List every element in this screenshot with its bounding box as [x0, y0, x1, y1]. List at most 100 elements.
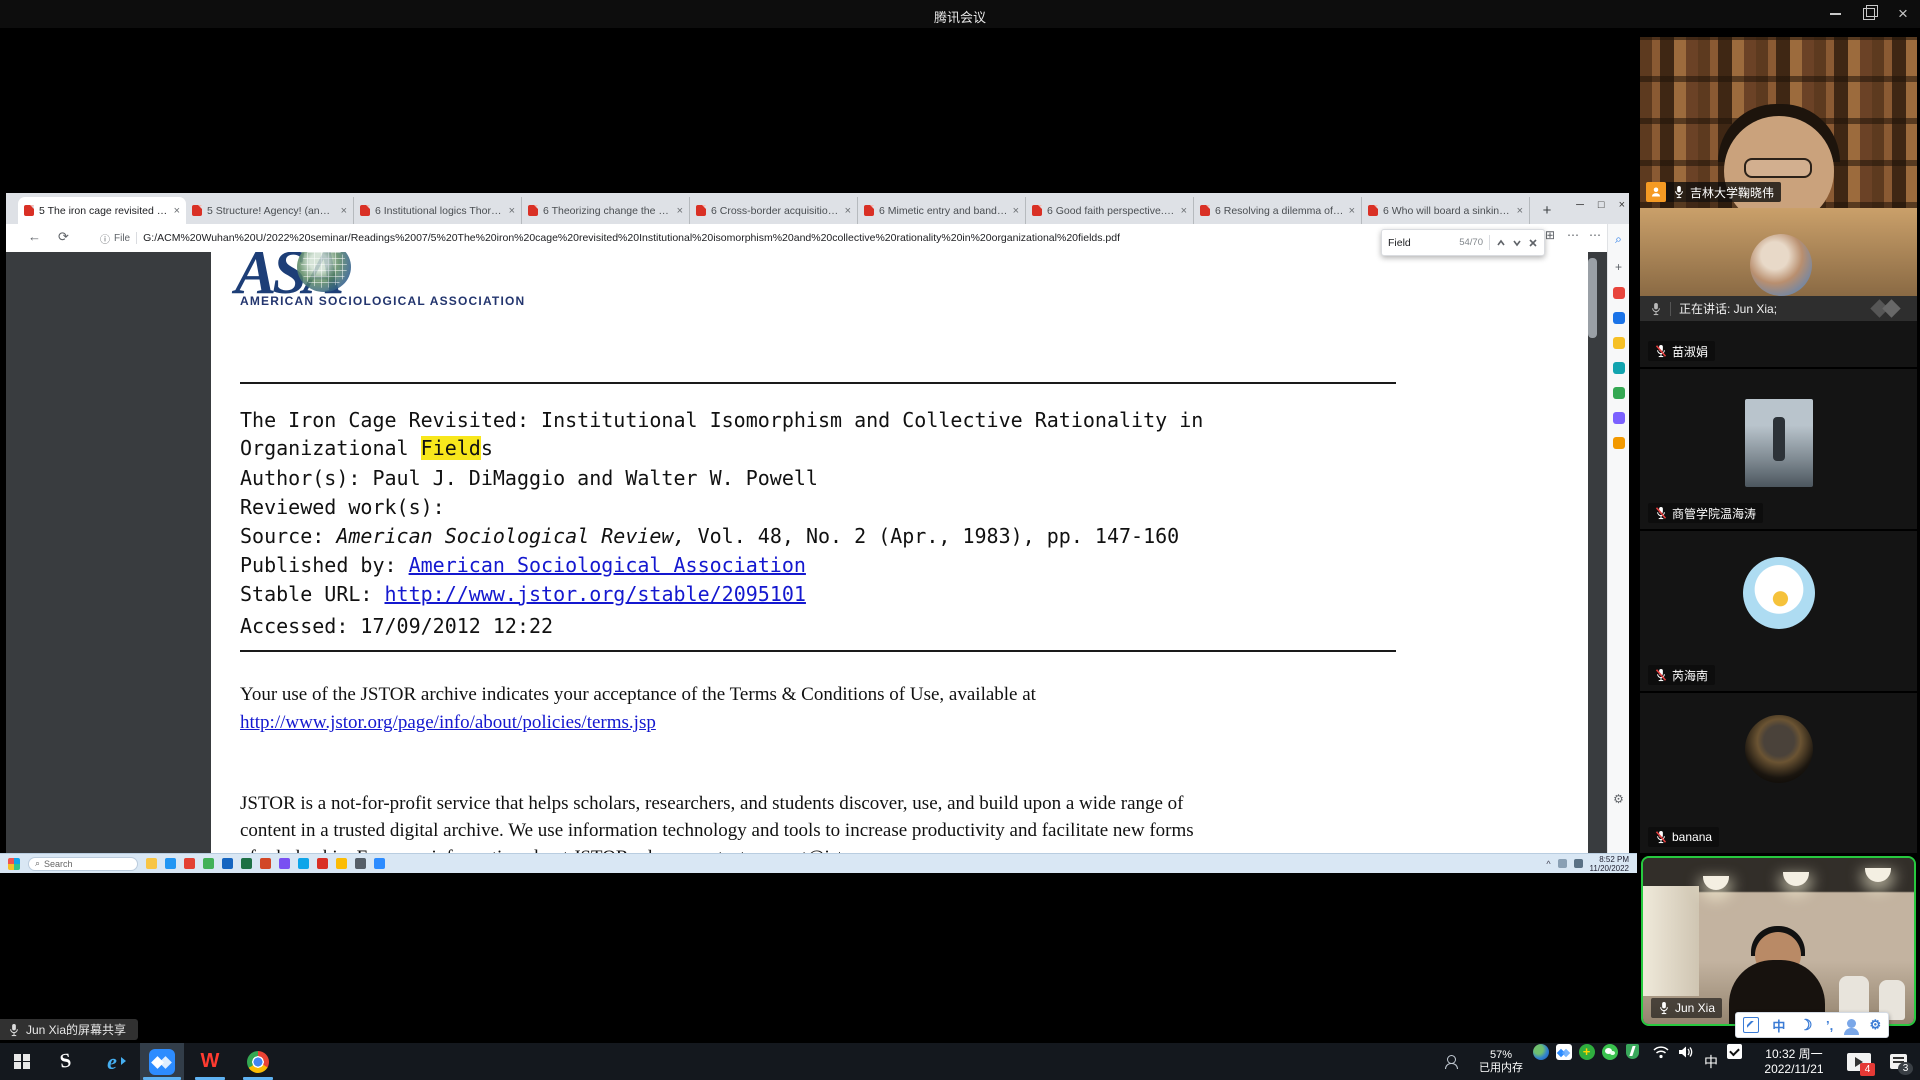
inner-app-excel-icon[interactable] — [241, 858, 252, 869]
inner-search-box[interactable]: ⌕Search — [28, 857, 138, 871]
sogou-status-tray-icon[interactable] — [1726, 1043, 1743, 1060]
video-app-tray-button[interactable]: 4 — [1842, 1043, 1876, 1080]
network-globe-tray-icon[interactable] — [1532, 1043, 1549, 1060]
inner-app-notes-icon[interactable] — [336, 858, 347, 869]
tab-theorizing-change[interactable]: 6 Theorizing change the role of × — [522, 197, 690, 224]
inner-app-teams-icon[interactable] — [279, 858, 290, 869]
sidebar-app-icon-teal[interactable] — [1613, 362, 1625, 374]
tab-close-icon[interactable]: × — [845, 205, 851, 217]
ime-language-icon[interactable]: 中 — [1772, 1016, 1785, 1035]
antivirus-tray-icon[interactable]: + — [1578, 1043, 1595, 1060]
restore-button[interactable] — [1852, 0, 1886, 28]
browser-maximize-icon[interactable]: □ — [1598, 199, 1605, 211]
back-icon[interactable]: ← — [28, 229, 41, 244]
tab-cross-border[interactable]: 6 Cross-border acquisitions by s × — [690, 197, 858, 224]
ime-toolbar[interactable]: 中 ☽ ’, ⚙ — [1735, 1012, 1889, 1038]
sidebar-app-icon-orange[interactable] — [1613, 437, 1625, 449]
tab-close-icon[interactable]: × — [509, 205, 515, 217]
inner-app-edge-icon[interactable] — [165, 858, 176, 869]
find-previous-icon[interactable] — [1496, 238, 1506, 248]
sidebar-app-icon-red[interactable] — [1613, 287, 1625, 299]
page-info-icon[interactable]: ⓘ — [100, 231, 110, 246]
tab-good-faith[interactable]: 6 Good faith perspective.pdf × — [1026, 197, 1194, 224]
participant-tile-wen[interactable]: 商管学院温海涛 — [1640, 369, 1917, 529]
tab-iron-cage[interactable]: 5 The iron cage revisited Instituti × — [18, 197, 186, 224]
tab-close-icon[interactable]: × — [1349, 205, 1355, 217]
find-input[interactable]: Field — [1388, 237, 1453, 249]
inner-app-meeting-icon[interactable] — [374, 858, 385, 869]
find-close-icon[interactable] — [1528, 238, 1538, 248]
sidebar-app-icon-blue[interactable] — [1613, 312, 1625, 324]
security-shield-tray-icon[interactable] — [1624, 1043, 1641, 1060]
ime-mode-indicator[interactable]: 中 — [1698, 1043, 1724, 1080]
meeting-tray-icon[interactable] — [1555, 1043, 1572, 1060]
stable-url-link[interactable]: http://www.jstor.org/stable/2095101 — [385, 582, 806, 606]
volume-tray-icon[interactable] — [1677, 1043, 1694, 1060]
participant-tile-banana[interactable]: banana — [1640, 693, 1917, 853]
internet-explorer-button[interactable]: e — [88, 1043, 136, 1080]
pdf-scrollbar[interactable] — [1588, 252, 1597, 853]
new-tab-button[interactable]: + — [1536, 199, 1558, 221]
participant-tile-miao[interactable]: 苗淑娟 — [1640, 208, 1917, 367]
inner-tray-icon-2[interactable] — [1574, 859, 1583, 868]
tab-institutional-logics[interactable]: 6 Institutional logics Thornton.p × — [354, 197, 522, 224]
browser-minimize-icon[interactable]: ─ — [1576, 199, 1584, 211]
participant-tile-junxia[interactable]: Jun Xia — [1641, 856, 1916, 1026]
minimize-button[interactable] — [1818, 0, 1852, 28]
sidebar-app-icon-green[interactable] — [1613, 387, 1625, 399]
find-next-icon[interactable] — [1512, 238, 1522, 248]
address-bar[interactable]: ⓘ File G:/ACM%20Wuhan%20U/2022%20seminar… — [90, 228, 1470, 248]
tab-close-icon[interactable]: × — [1181, 205, 1187, 217]
start-button[interactable] — [0, 1043, 44, 1080]
participant-tile-jlu[interactable]: 吉林大学鞠晓伟 — [1640, 37, 1917, 208]
tab-close-icon[interactable]: × — [341, 205, 347, 217]
extensions-icon[interactable]: ⊞ — [1545, 228, 1555, 245]
tab-close-icon[interactable]: × — [174, 205, 180, 217]
wechat-tray-icon[interactable] — [1601, 1043, 1618, 1060]
tab-close-icon[interactable]: × — [677, 205, 683, 217]
inner-app-wechat-icon[interactable] — [203, 858, 214, 869]
tab-close-icon[interactable]: × — [1517, 205, 1523, 217]
tab-structure-agency[interactable]: 5 Structure! Agency! (and other × — [186, 197, 354, 224]
inner-tray-expand-icon[interactable]: ^ — [1546, 859, 1550, 869]
wps-task-button[interactable]: W — [188, 1043, 232, 1080]
tab-resolving-dilemma[interactable]: 6 Resolving a dilemma of signal × — [1194, 197, 1362, 224]
action-center-button[interactable]: 3 — [1880, 1043, 1916, 1080]
profile-icon[interactable]: ⋯ — [1567, 228, 1577, 245]
refresh-icon[interactable]: ⟳ — [58, 229, 69, 245]
tab-close-icon[interactable]: × — [1013, 205, 1019, 217]
sidebar-add-icon[interactable]: + — [1615, 260, 1622, 274]
inner-app-word-icon[interactable] — [222, 858, 233, 869]
inner-app-folder-icon[interactable] — [146, 858, 157, 869]
inner-start-icon[interactable] — [8, 858, 20, 870]
ime-account-icon[interactable] — [1847, 1019, 1856, 1028]
settings-menu-icon[interactable]: ⋯ — [1589, 228, 1601, 245]
sidebar-app-icon-yellow[interactable] — [1613, 337, 1625, 349]
scrollbar-thumb[interactable] — [1588, 258, 1597, 338]
ime-settings-icon[interactable]: ⚙ — [1869, 1017, 1881, 1033]
people-button[interactable] — [1438, 1043, 1470, 1080]
wifi-tray-icon[interactable] — [1652, 1043, 1669, 1060]
ime-fullwidth-moon-icon[interactable]: ☽ — [1799, 1016, 1812, 1034]
participant-tile-rui[interactable]: 芮海南 — [1640, 531, 1917, 691]
inner-app-qq-icon[interactable] — [298, 858, 309, 869]
inner-tray-icon-1[interactable] — [1558, 859, 1567, 868]
sidebar-app-icon-purple[interactable] — [1613, 412, 1625, 424]
inner-app-chrome-icon[interactable] — [184, 858, 195, 869]
inner-app-powerpoint-icon[interactable] — [260, 858, 271, 869]
taskbar-clock[interactable]: 10:32 周一2022/11/21 — [1748, 1043, 1840, 1080]
sidebar-search-icon[interactable]: ⌕ — [1615, 232, 1622, 247]
terms-link[interactable]: http://www.jstor.org/page/info/about/pol… — [240, 712, 656, 733]
find-bar[interactable]: Field 54/70 — [1381, 229, 1545, 256]
tab-mimetic-entry[interactable]: 6 Mimetic entry and bandwagon × — [858, 197, 1026, 224]
browser-close-icon[interactable]: × — [1619, 199, 1625, 211]
ime-punctuation-icon[interactable]: ’, — [1826, 1018, 1833, 1033]
inner-app-settings-icon[interactable] — [355, 858, 366, 869]
ime-logo-icon[interactable] — [1743, 1017, 1759, 1033]
sidebar-settings-icon[interactable]: ⚙ — [1613, 792, 1624, 806]
tencent-meeting-task-button[interactable] — [140, 1043, 184, 1080]
inner-app-pdf-icon[interactable] — [317, 858, 328, 869]
inner-clock[interactable]: 8:52 PM 11/20/2022 — [1590, 855, 1629, 873]
close-button[interactable]: × — [1886, 0, 1920, 28]
tab-sinking-ship[interactable]: 6 Who will board a sinking ship × — [1362, 197, 1530, 224]
